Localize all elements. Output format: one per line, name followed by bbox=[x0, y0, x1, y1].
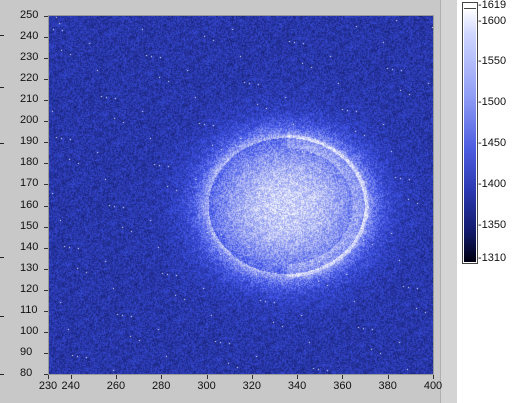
y-tick-label: 180 bbox=[20, 156, 39, 169]
color-scale-bar[interactable] bbox=[462, 2, 478, 264]
color-scale-tick-label: -1350 bbox=[478, 219, 507, 232]
x-tick-mark bbox=[48, 375, 49, 379]
x-tick-mark bbox=[342, 375, 344, 379]
y-tick-label: 130 bbox=[20, 261, 39, 274]
x-tick-label: 260 bbox=[106, 380, 126, 392]
edge-stub bbox=[0, 316, 4, 317]
x-tick-mark bbox=[70, 375, 72, 379]
color-scale-tick-label: -1500 bbox=[478, 96, 507, 109]
y-tick-mark bbox=[44, 58, 48, 60]
color-scale-tick-label: -1310 bbox=[478, 252, 507, 264]
y-tick-mark bbox=[44, 352, 48, 354]
y-tick-mark bbox=[44, 16, 48, 17]
y-tick-mark bbox=[44, 310, 48, 312]
y-tick-label: 190 bbox=[20, 135, 39, 148]
edge-stub bbox=[0, 143, 4, 144]
y-tick-mark bbox=[44, 163, 48, 165]
y-tick-mark bbox=[44, 289, 48, 291]
edge-stub bbox=[0, 374, 4, 375]
x-tick-mark bbox=[251, 375, 253, 379]
edge-stub bbox=[0, 35, 4, 36]
color-scale-tick-label: -1600 bbox=[478, 14, 507, 27]
intensity-plot[interactable] bbox=[48, 15, 434, 375]
y-tick-mark bbox=[44, 184, 48, 186]
y-tick-label: 200 bbox=[20, 114, 39, 127]
x-tick-label: 240 bbox=[61, 380, 80, 392]
x-tick-mark bbox=[206, 375, 208, 379]
y-tick-mark bbox=[44, 205, 48, 207]
y-tick-label: 240 bbox=[20, 30, 39, 43]
y-tick-mark bbox=[44, 142, 48, 144]
graph-frame-edge bbox=[440, 0, 457, 403]
x-tick-label: 380 bbox=[378, 380, 397, 392]
y-tick-label: 140 bbox=[20, 240, 39, 253]
y-tick-label: 210 bbox=[20, 93, 39, 106]
color-scale-tick-label: -1550 bbox=[478, 55, 507, 68]
y-tick-label: 170 bbox=[20, 177, 39, 190]
y-tick-label: 220 bbox=[20, 72, 39, 85]
y-tick-label: 90 bbox=[20, 345, 33, 358]
y-tick-label: 80 bbox=[20, 367, 33, 379]
intensity-image bbox=[49, 16, 433, 374]
y-tick-mark bbox=[44, 100, 48, 102]
y-tick-label: 230 bbox=[20, 51, 39, 64]
color-scale-tick-label: -1450 bbox=[478, 137, 507, 150]
x-tick-mark bbox=[115, 375, 117, 379]
x-tick-label: 320 bbox=[242, 380, 261, 392]
color-scale-tick-label: -1400 bbox=[478, 178, 507, 191]
x-tick-label: 340 bbox=[287, 380, 307, 392]
y-tick-mark bbox=[44, 331, 48, 333]
color-scale-gradient bbox=[464, 9, 476, 262]
x-tick-label: 360 bbox=[333, 380, 352, 392]
x-tick-label: 300 bbox=[197, 380, 216, 392]
y-tick-mark bbox=[44, 226, 48, 228]
y-tick-mark bbox=[44, 37, 48, 39]
edge-stub bbox=[0, 257, 4, 258]
x-tick-label: 400 bbox=[423, 380, 443, 392]
y-tick-label: 110 bbox=[20, 303, 38, 316]
y-tick-mark bbox=[44, 247, 48, 249]
y-tick-label: 160 bbox=[20, 198, 39, 211]
y-tick-label: 100 bbox=[20, 324, 39, 337]
x-tick-mark bbox=[387, 375, 389, 379]
color-scale-tick-label: -1619 bbox=[478, 0, 507, 11]
y-tick-mark bbox=[44, 121, 48, 123]
y-tick-mark bbox=[44, 268, 48, 270]
y-tick-label: 150 bbox=[20, 219, 39, 232]
y-tick-mark bbox=[44, 79, 48, 81]
y-tick-label: 120 bbox=[20, 282, 39, 295]
x-tick-label: 230 bbox=[38, 380, 58, 392]
x-tick-label: 280 bbox=[152, 380, 171, 392]
edge-stub bbox=[0, 87, 4, 88]
x-tick-mark bbox=[297, 375, 299, 379]
x-tick-mark bbox=[161, 375, 163, 379]
x-tick-mark bbox=[433, 375, 434, 379]
y-tick-label: 250 bbox=[20, 9, 39, 21]
